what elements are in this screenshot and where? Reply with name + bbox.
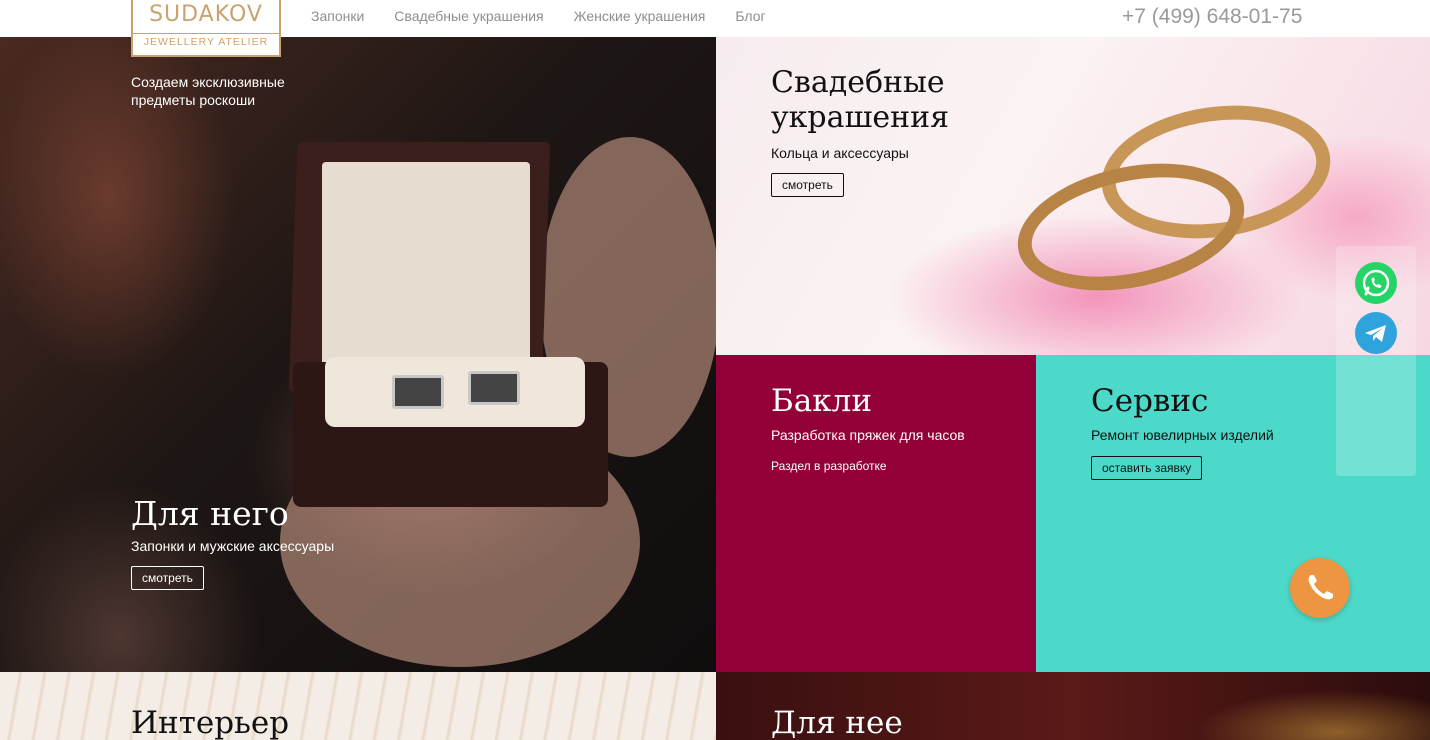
telegram-icon[interactable] bbox=[1355, 312, 1397, 354]
tile-for-her[interactable]: Для нее bbox=[716, 672, 1430, 740]
him-view-button[interactable]: смотреть bbox=[131, 566, 204, 590]
tile-title-him: Для него bbox=[131, 494, 289, 533]
tagline-line-1: Создаем эксклюзивные bbox=[131, 74, 285, 90]
tile-title-interior: Интерьер bbox=[131, 705, 290, 740]
jewelry-box-lining bbox=[322, 162, 530, 374]
phone-icon bbox=[1308, 575, 1333, 600]
nav-wedding-jewelry[interactable]: Свадебные украшения bbox=[394, 8, 543, 24]
wedding-title-line-1: Свадебные bbox=[771, 65, 945, 100]
logo-wordmark: SUDAKOV bbox=[149, 2, 263, 27]
header-phone[interactable]: +7 (499) 648-01-75 bbox=[1122, 5, 1302, 29]
tile-for-him[interactable]: Создаем эксклюзивные предметы роскоши Дл… bbox=[0, 37, 716, 672]
cufflink-image bbox=[392, 375, 444, 409]
logo-divider bbox=[133, 33, 279, 34]
tile-title-buckles: Бакли bbox=[771, 383, 872, 419]
jewelry-box-cushion bbox=[325, 357, 585, 427]
main-nav: Запонки Свадебные украшения Женские укра… bbox=[311, 8, 766, 24]
service-request-button[interactable]: оставить заявку bbox=[1091, 456, 1203, 480]
tile-buckles[interactable]: Бакли Разработка пряжек для часов Раздел… bbox=[716, 355, 1036, 672]
site-logo[interactable]: SUDAKOV JEWELLERY ATELIER bbox=[131, 0, 281, 57]
tile-subtitle-buckles: Разработка пряжек для часов bbox=[771, 427, 965, 443]
tile-interior[interactable]: Интерьер bbox=[0, 672, 716, 740]
nav-blog[interactable]: Блог bbox=[735, 8, 765, 24]
nav-womens-jewelry[interactable]: Женские украшения bbox=[574, 8, 706, 24]
tile-title-wedding: Свадебные украшения bbox=[771, 65, 950, 135]
whatsapp-icon[interactable] bbox=[1355, 262, 1397, 304]
tagline-line-2: предметы роскоши bbox=[131, 92, 256, 108]
call-button[interactable] bbox=[1290, 558, 1350, 618]
cufflink-image bbox=[468, 371, 520, 405]
logo-subtitle: JEWELLERY ATELIER bbox=[143, 36, 269, 48]
tile-title-her: Для нее bbox=[771, 705, 903, 740]
buckles-status-note: Раздел в разработке bbox=[771, 459, 887, 473]
nav-cufflinks[interactable]: Запонки bbox=[311, 8, 364, 24]
tile-subtitle-service: Ремонт ювелирных изделий bbox=[1091, 427, 1274, 443]
hero-tagline: Создаем эксклюзивные предметы роскоши bbox=[131, 73, 285, 109]
wedding-title-line-2: украшения bbox=[771, 99, 950, 135]
tile-wedding[interactable]: Свадебные украшения Кольца и аксессуары … bbox=[716, 37, 1430, 355]
tile-subtitle-him: Запонки и мужские аксессуары bbox=[131, 538, 335, 554]
tile-subtitle-wedding: Кольца и аксессуары bbox=[771, 145, 909, 161]
wedding-view-button[interactable]: смотреть bbox=[771, 173, 844, 197]
tile-title-service: Сервис bbox=[1091, 383, 1209, 419]
